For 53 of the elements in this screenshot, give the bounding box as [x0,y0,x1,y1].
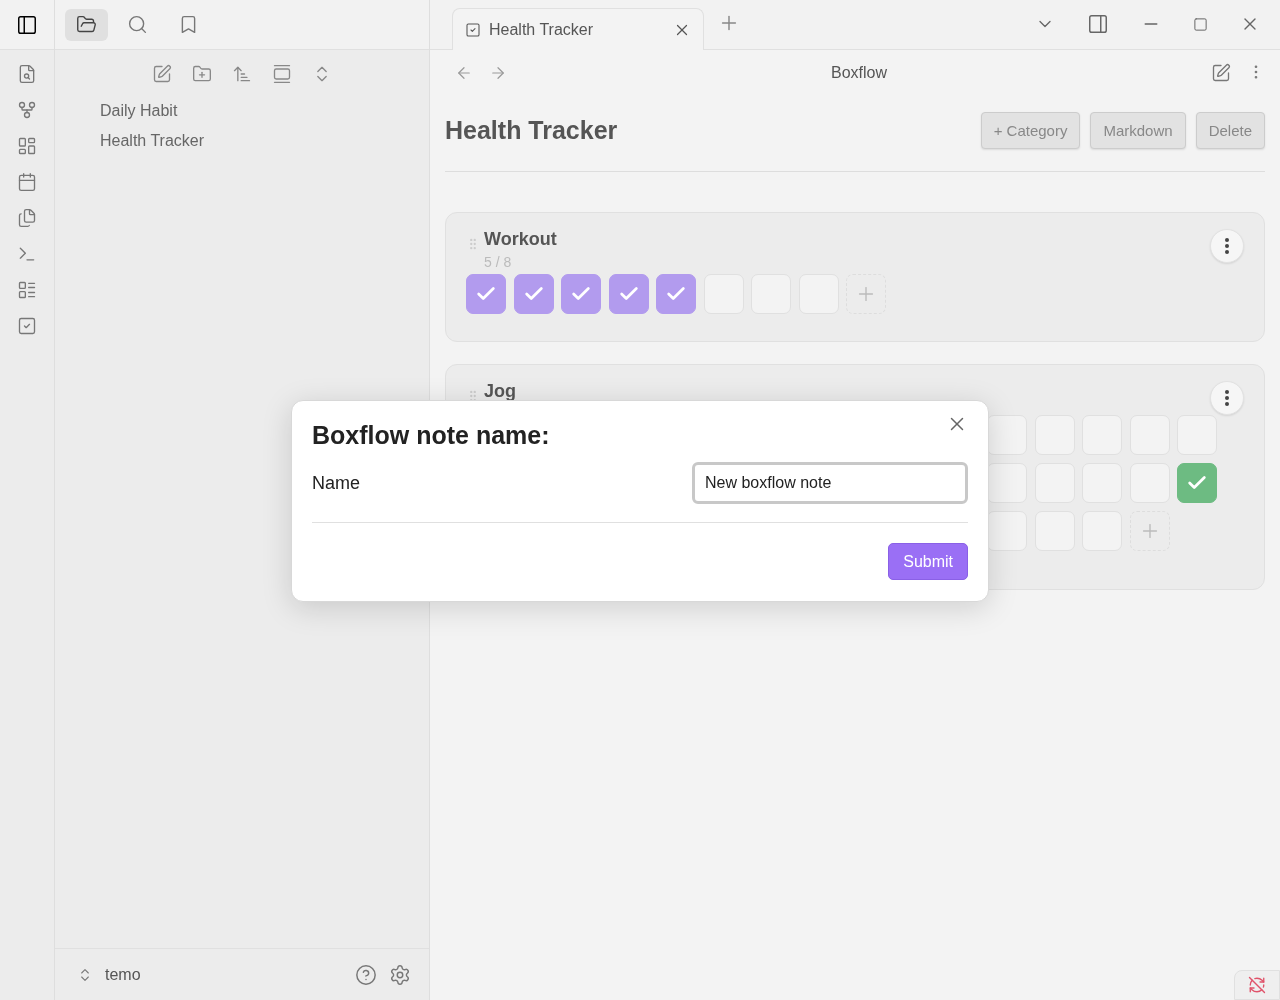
field-label: Name [312,472,360,494]
back-icon[interactable] [455,64,473,82]
sync-off-icon [1248,976,1266,994]
category-title: Jog [484,381,517,402]
file-item[interactable]: Health Tracker [55,126,429,156]
add-cell-button[interactable] [846,274,886,314]
tab-label: Health Tracker [489,20,595,39]
collapse-view-icon[interactable] [272,64,292,84]
submit-button[interactable]: Submit [888,543,968,580]
sync-status-button[interactable] [1234,970,1280,1000]
habit-checkbox[interactable] [1177,463,1217,503]
action-button[interactable]: Markdown [1090,112,1186,149]
habit-checkbox[interactable] [608,274,649,314]
checkbox-icon[interactable] [17,316,37,336]
note-tab[interactable]: Health Tracker [452,8,704,50]
more-options-button[interactable] [1210,229,1244,263]
help-icon[interactable] [355,963,377,986]
vault-name[interactable]: temo [105,965,343,984]
page-heading: Health Tracker [445,116,619,145]
forward-icon[interactable] [489,64,507,82]
more-icon [1225,238,1229,254]
list-icon[interactable] [17,280,37,300]
habit-checkbox[interactable] [656,274,696,314]
search-icon [127,14,148,35]
view-title: Boxflow [830,64,888,82]
new-note-icon[interactable] [152,64,172,84]
graph-icon[interactable] [17,100,37,120]
files-icon[interactable] [17,208,37,228]
right-sidebar-icon[interactable] [1087,13,1109,35]
calendar-icon[interactable] [17,172,37,192]
more-icon [1225,390,1229,406]
folder-icon [76,14,97,35]
add-cell-button[interactable] [1129,511,1170,551]
folder-tab[interactable] [65,8,108,41]
new-folder-icon[interactable] [192,64,212,84]
more-options-button[interactable] [1210,381,1244,415]
action-button[interactable]: + Category [980,112,1081,149]
file-item[interactable]: Daily Habit [55,96,429,126]
settings-icon[interactable] [389,963,411,986]
file-search-icon[interactable] [17,64,37,84]
checkbox-icon [465,21,481,38]
category-title: Workout [484,229,558,250]
sidebar-toggle-icon[interactable] [16,13,38,36]
action-button[interactable]: Delete [1195,112,1265,149]
habit-checkbox[interactable] [513,274,554,314]
name-input-field[interactable]: New boxflow note [692,462,968,504]
habit-checkbox[interactable] [561,274,601,314]
maximize-icon[interactable] [1193,16,1208,32]
edit-icon[interactable] [1211,63,1231,83]
dialog-title: Boxflow note name: [312,421,550,450]
grid-icon[interactable] [17,136,37,156]
habit-checkbox[interactable] [466,274,506,314]
sort-icon[interactable] [232,64,252,84]
